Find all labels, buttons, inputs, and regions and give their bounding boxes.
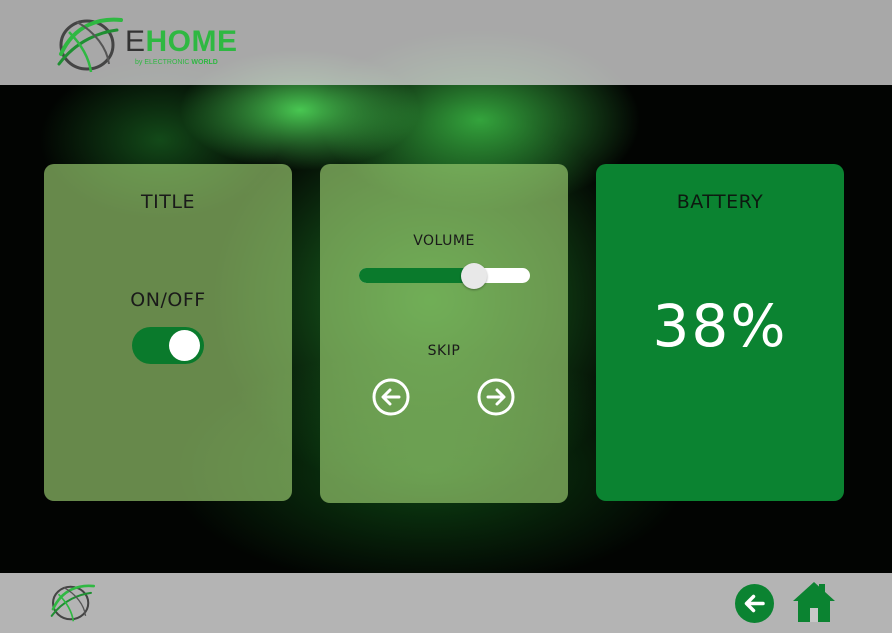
back-arrow-icon — [744, 594, 765, 613]
home-icon[interactable] — [793, 581, 835, 623]
battery-title: BATTERY — [676, 191, 764, 213]
card-title: TITLE — [141, 191, 195, 213]
back-button[interactable] — [735, 584, 774, 623]
logo-wordmark: EHOME — [125, 25, 238, 58]
skip-label: SKIP — [427, 343, 461, 359]
battery-percentage: 38% — [652, 292, 788, 360]
volume-slider[interactable] — [359, 263, 530, 289]
volume-slider-fill — [359, 268, 474, 283]
arrow-left-circle-icon — [372, 378, 410, 416]
app-logo[interactable]: EHOME by ELECTRONIC WORLD — [55, 14, 245, 76]
volume-slider-thumb[interactable] — [461, 263, 487, 289]
header-bar: EHOME by ELECTRONIC WORLD — [0, 0, 892, 85]
globe-swoosh-icon — [57, 17, 123, 73]
skip-next-button[interactable] — [477, 378, 515, 416]
footer-bar — [0, 573, 892, 633]
toggle-label: ON/OFF — [130, 289, 206, 311]
volume-label: VOLUME — [413, 233, 475, 249]
media-card: VOLUME SKIP — [320, 164, 568, 503]
arrow-right-circle-icon — [477, 378, 515, 416]
toggle-knob[interactable] — [169, 330, 200, 361]
power-toggle[interactable] — [132, 327, 204, 364]
battery-card: BATTERY 38% — [596, 164, 844, 501]
globe-swoosh-icon[interactable] — [48, 582, 96, 624]
logo-tagline: by ELECTRONIC WORLD — [135, 59, 218, 66]
power-card: TITLE ON/OFF — [44, 164, 292, 501]
skip-previous-button[interactable] — [372, 378, 410, 416]
